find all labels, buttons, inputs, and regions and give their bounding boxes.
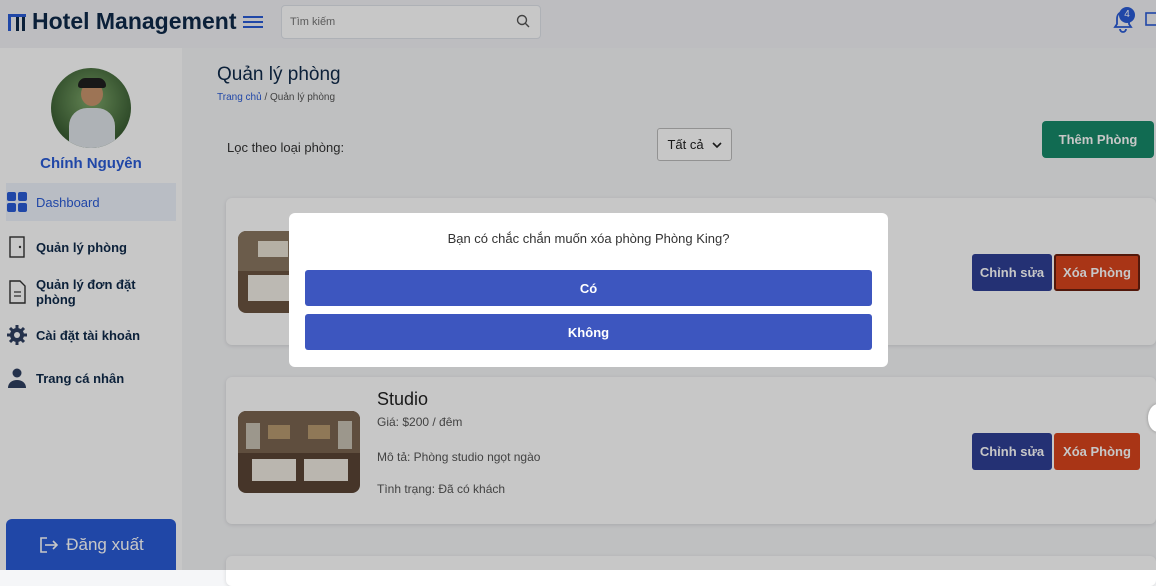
dialog-message: Bạn có chắc chắn muốn xóa phòng Phòng Ki…: [447, 231, 730, 246]
confirm-delete-dialog: Bạn có chắc chắn muốn xóa phòng Phòng Ki…: [289, 213, 888, 367]
confirm-yes-button[interactable]: Có: [305, 270, 872, 306]
confirm-no-button[interactable]: Không: [305, 314, 872, 350]
